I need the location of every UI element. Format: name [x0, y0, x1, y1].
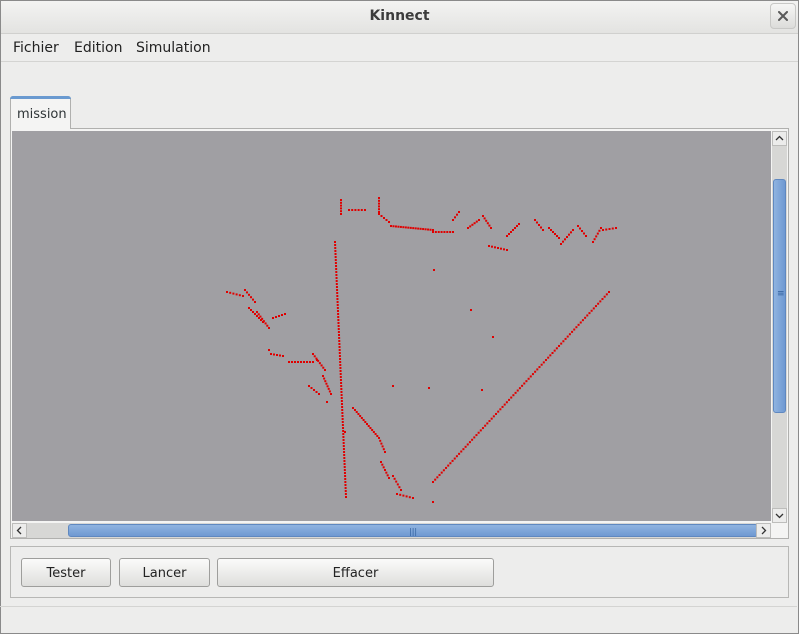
point-cloud: [226, 197, 617, 503]
scroll-down-button[interactable]: [772, 508, 787, 523]
lancer-button[interactable]: Lancer: [119, 558, 210, 587]
close-icon: [778, 11, 788, 21]
close-button[interactable]: [770, 3, 796, 29]
menu-edition[interactable]: Edition: [74, 40, 122, 56]
status-bar: [0, 606, 797, 633]
vertical-scrollbar[interactable]: ≡: [772, 131, 787, 523]
grip-icon: ≡: [777, 289, 785, 299]
arrow-up-icon: [775, 135, 784, 141]
arrow-down-icon: [775, 513, 784, 519]
tab-mission-label: mission: [17, 107, 67, 122]
horizontal-scrollbar[interactable]: |||: [12, 523, 771, 538]
scroll-left-button[interactable]: [12, 523, 27, 538]
menu-simulation[interactable]: Simulation: [136, 40, 211, 56]
vertical-scroll-thumb[interactable]: ≡: [773, 179, 786, 413]
arrow-right-icon: [761, 526, 767, 535]
tester-button[interactable]: Tester: [21, 558, 111, 587]
effacer-button[interactable]: Effacer: [217, 558, 494, 587]
scroll-up-button[interactable]: [772, 131, 787, 146]
map-canvas[interactable]: [12, 131, 771, 521]
menu-fichier[interactable]: Fichier: [13, 40, 59, 56]
menu-bar: Fichier Edition Simulation: [1, 34, 798, 62]
tab-mission[interactable]: mission: [10, 96, 71, 129]
arrow-left-icon: [16, 526, 22, 535]
horizontal-scroll-thumb[interactable]: |||: [68, 524, 758, 537]
title-bar: Kinnect: [1, 1, 798, 34]
window-title: Kinnect: [369, 8, 430, 24]
scroll-right-button[interactable]: [756, 523, 771, 538]
grip-icon: |||: [409, 527, 418, 536]
